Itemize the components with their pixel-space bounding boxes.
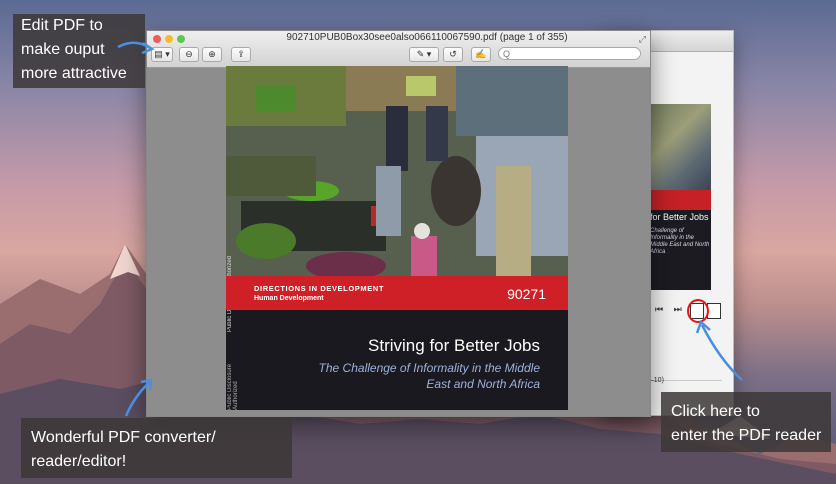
arrow-to-toolbar-head [141,41,155,55]
arrow-to-reader [700,324,743,381]
annotation-arrows [117,41,743,417]
arrow-to-window [124,381,151,417]
